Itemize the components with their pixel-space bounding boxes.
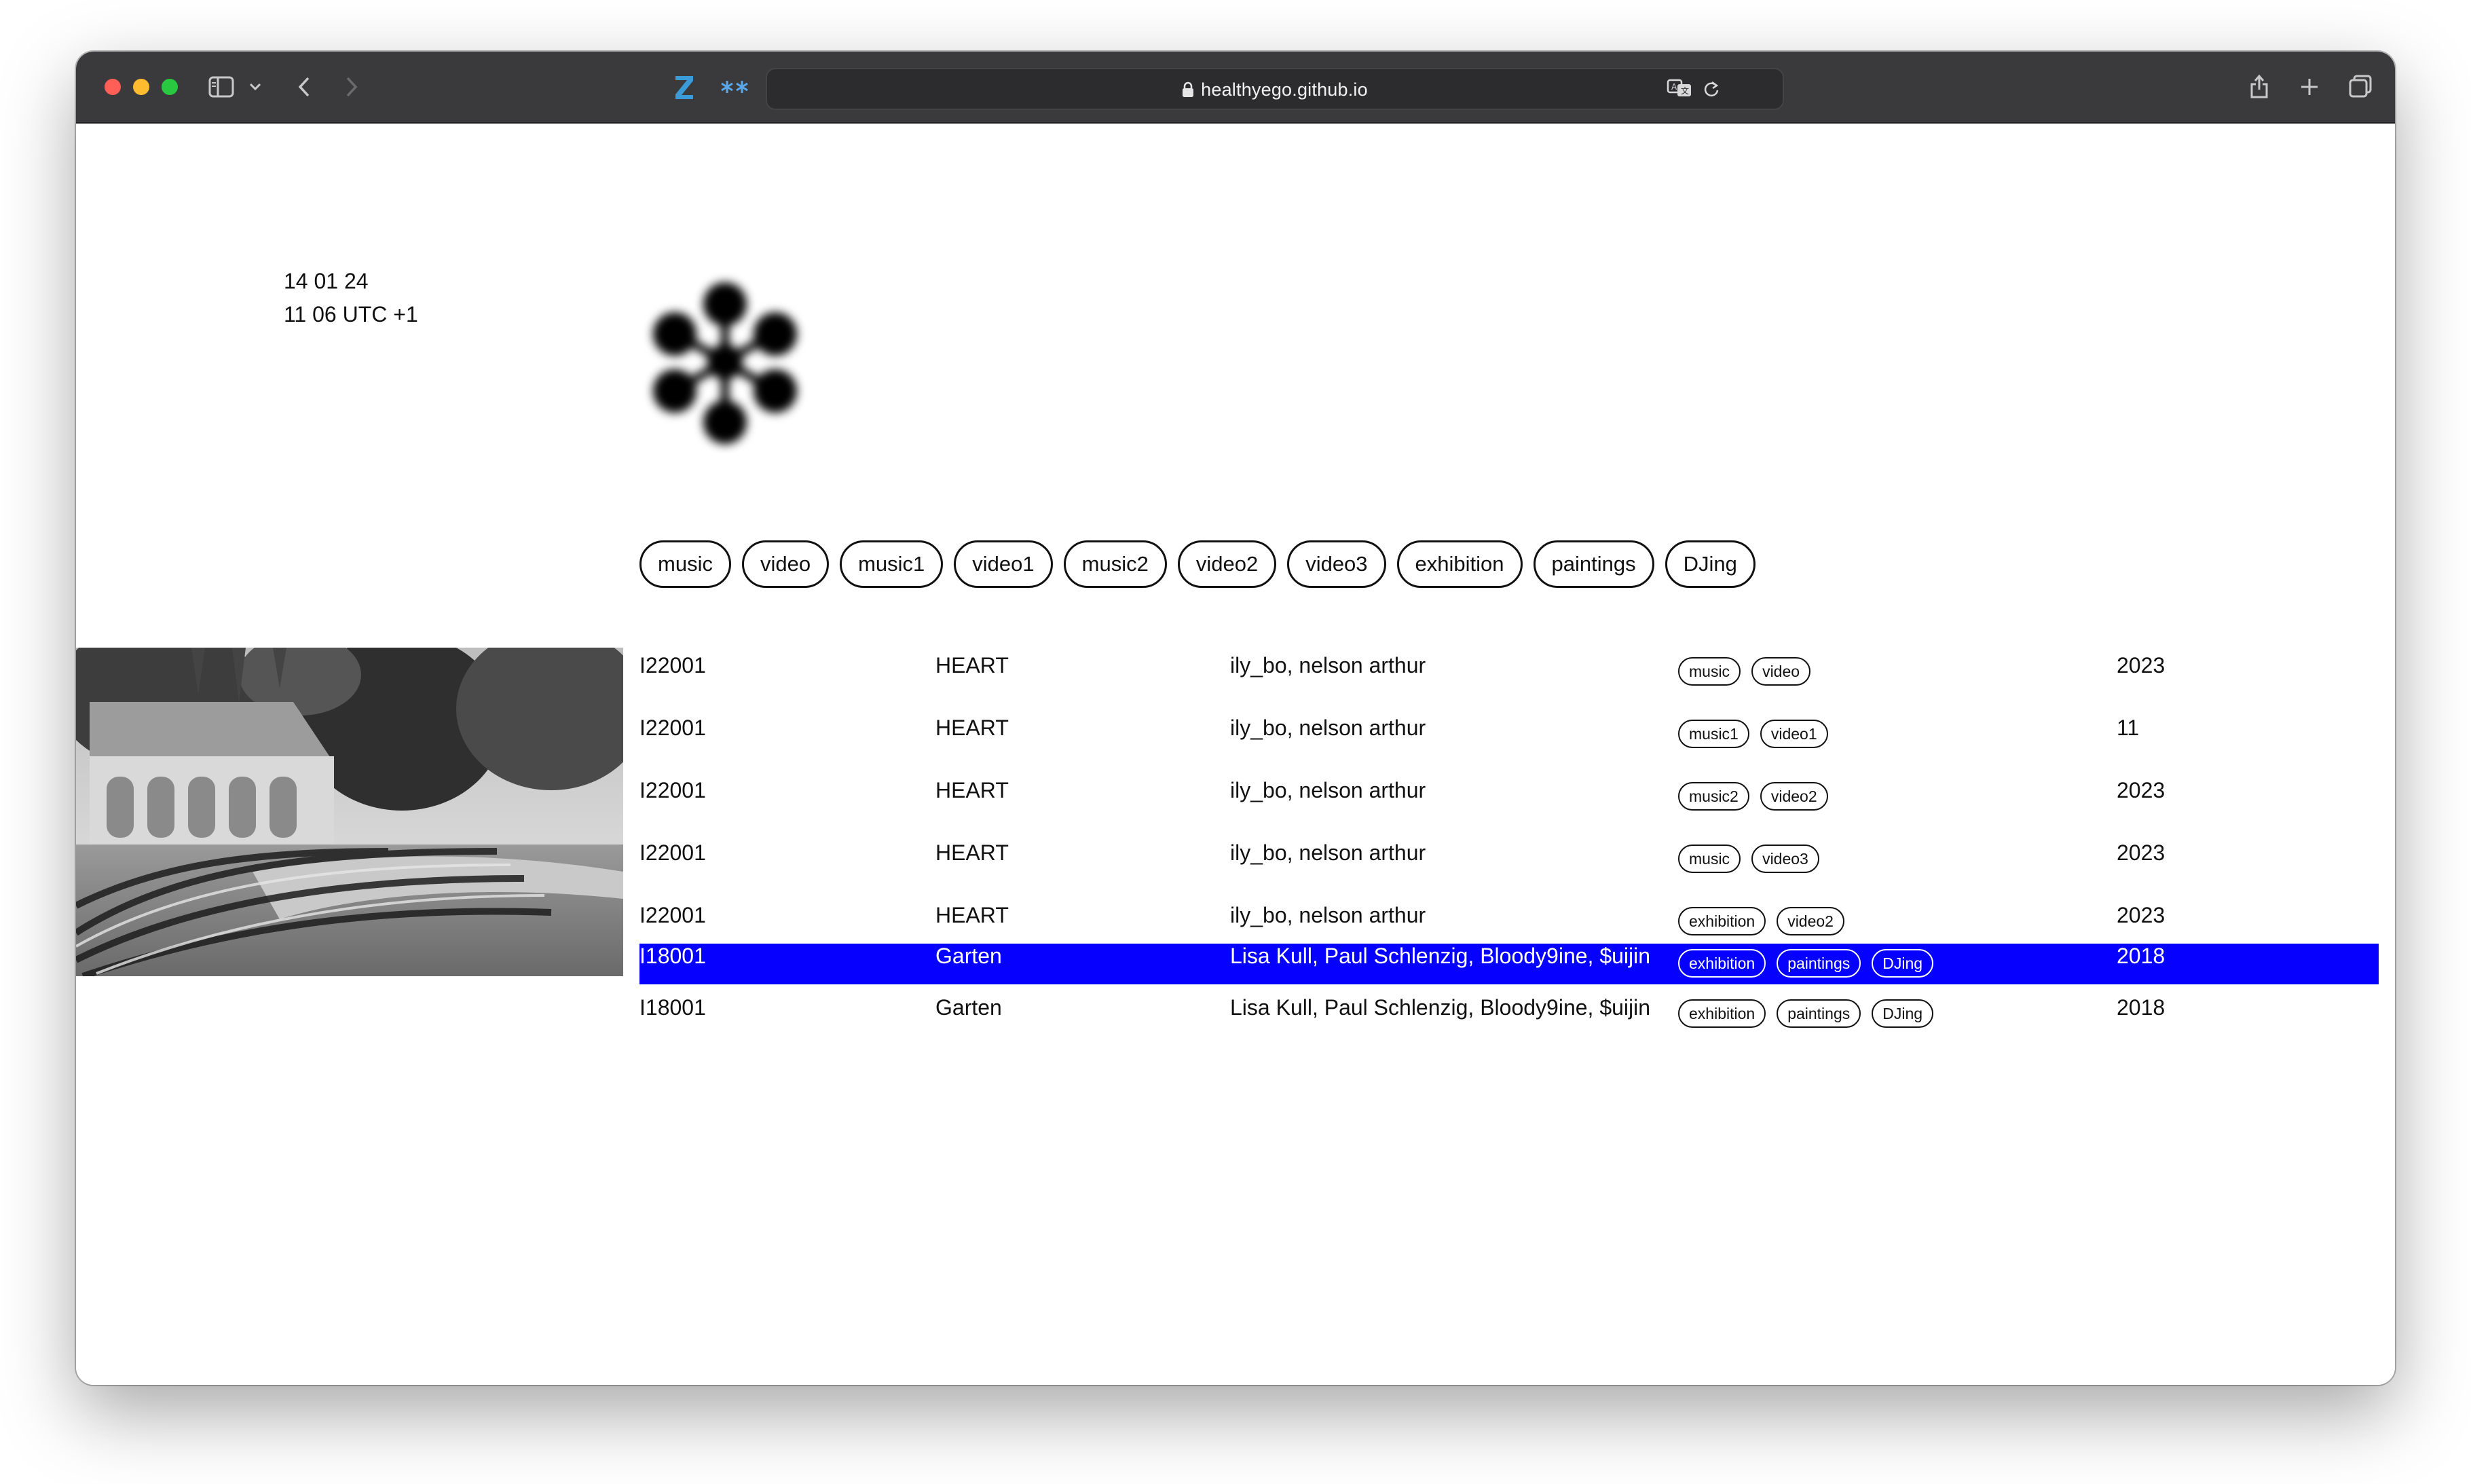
- filter-video[interactable]: video: [741, 540, 830, 588]
- filter-video2[interactable]: video2: [1177, 540, 1277, 588]
- page-content: 14 01 24 11 06 UTC +1 music video music1…: [76, 124, 2395, 1385]
- zoom-window-button[interactable]: [162, 79, 178, 95]
- back-icon[interactable]: [292, 72, 316, 102]
- row-id: I22001: [639, 778, 706, 802]
- row-tag[interactable]: exhibition: [1678, 999, 1766, 1028]
- row-tag[interactable]: exhibition: [1678, 949, 1766, 978]
- minimize-window-button[interactable]: [133, 79, 149, 95]
- sidebar-icon[interactable]: [206, 73, 236, 100]
- row-tags: music video: [1678, 657, 1811, 686]
- row-artists: ily_bo, nelson arthur: [1230, 716, 1426, 740]
- row-year: 11: [2117, 716, 2140, 740]
- url-text: healthyego.github.io: [1201, 79, 1368, 100]
- row-artists: Lisa Kull, Paul Schlenzig, Bloody9ine, $…: [1230, 995, 1651, 1020]
- row-year: 2023: [2117, 903, 2166, 927]
- forward-icon[interactable]: [339, 72, 364, 102]
- filter-music2[interactable]: music2: [1063, 540, 1167, 588]
- row-artists: ily_bo, nelson arthur: [1230, 653, 1426, 678]
- row-tag[interactable]: video2: [1760, 782, 1828, 811]
- row-artists: ily_bo, nelson arthur: [1230, 840, 1426, 865]
- row-id: I22001: [639, 903, 706, 927]
- browser-window: healthyego.github.io A文 14 01 24 11 06 U…: [76, 52, 2395, 1385]
- zotero-z-icon[interactable]: [671, 72, 698, 102]
- reload-icon[interactable]: [1700, 77, 1723, 100]
- asterisk-extension-icon[interactable]: [720, 73, 749, 100]
- row-tag[interactable]: exhibition: [1678, 907, 1766, 935]
- row-year: 2023: [2117, 653, 2166, 678]
- garden-preview-photo: [76, 620, 646, 980]
- row-title: Garten: [935, 944, 1002, 968]
- row-tag[interactable]: music: [1678, 657, 1741, 686]
- row-year: 2018: [2117, 944, 2166, 968]
- translate-icon[interactable]: A文: [1666, 76, 1693, 100]
- row-id: I18001: [639, 995, 706, 1020]
- row-id: I22001: [639, 653, 706, 678]
- row-tag[interactable]: paintings: [1777, 999, 1861, 1028]
- row-tag[interactable]: DJing: [1872, 999, 1934, 1028]
- row-tags: music video3: [1678, 845, 1819, 873]
- row-tag[interactable]: music1: [1678, 720, 1749, 748]
- table-row[interactable]: I18001 Garten Lisa Kull, Paul Schlenzig,…: [639, 984, 2379, 1047]
- row-year: 2023: [2117, 778, 2166, 802]
- date-time: 14 01 24 11 06 UTC +1: [284, 265, 418, 331]
- table-row[interactable]: I22001 HEART ily_bo, nelson arthur music…: [639, 830, 2379, 892]
- row-tags: exhibition paintings DJing: [1678, 949, 1934, 978]
- row-artists: ily_bo, nelson arthur: [1230, 778, 1426, 802]
- row-title: HEART: [935, 903, 1009, 927]
- table-row[interactable]: I22001 HEART ily_bo, nelson arthur music…: [639, 642, 2379, 705]
- row-title: HEART: [935, 840, 1009, 865]
- row-artists: ily_bo, nelson arthur: [1230, 903, 1426, 927]
- browser-toolbar: healthyego.github.io A文: [76, 52, 2395, 124]
- lock-icon: [1182, 81, 1194, 103]
- table-row[interactable]: I22001 HEART ily_bo, nelson arthur music…: [639, 767, 2379, 830]
- row-tag[interactable]: video2: [1777, 907, 1844, 935]
- table-row[interactable]: I22001 HEART ily_bo, nelson arthur exhib…: [639, 892, 2379, 944]
- row-year: 2023: [2117, 840, 2166, 865]
- row-tag[interactable]: video: [1751, 657, 1811, 686]
- row-tags: exhibition video2: [1678, 907, 1844, 935]
- row-tag[interactable]: video1: [1760, 720, 1828, 748]
- share-icon[interactable]: [2246, 69, 2273, 102]
- row-tag[interactable]: music2: [1678, 782, 1749, 811]
- time-text: 11 06 UTC +1: [284, 302, 418, 327]
- row-title: HEART: [935, 778, 1009, 802]
- filter-music[interactable]: music: [639, 540, 731, 588]
- table-row-highlighted[interactable]: I18001 Garten Lisa Kull, Paul Schlenzig,…: [639, 944, 2379, 984]
- filter-bar: music video music1 video1 music2 video2 …: [639, 540, 1755, 588]
- blurred-flower-logo[interactable]: [637, 270, 813, 453]
- address-bar[interactable]: healthyego.github.io A文: [766, 68, 1784, 110]
- row-year: 2018: [2117, 995, 2166, 1020]
- row-id: I18001: [639, 944, 706, 968]
- row-title: HEART: [935, 716, 1009, 740]
- table-row[interactable]: I22001 HEART ily_bo, nelson arthur music…: [639, 705, 2379, 767]
- new-tab-icon[interactable]: [2296, 73, 2323, 100]
- row-tag[interactable]: music: [1678, 845, 1741, 873]
- close-window-button[interactable]: [105, 79, 121, 95]
- project-table: I22001 HEART ily_bo, nelson arthur music…: [639, 642, 2379, 1047]
- row-title: HEART: [935, 653, 1009, 678]
- row-title: Garten: [935, 995, 1002, 1020]
- row-id: I22001: [639, 716, 706, 740]
- svg-text:A: A: [1671, 82, 1677, 92]
- chevron-down-icon[interactable]: [247, 79, 263, 95]
- svg-text:文: 文: [1681, 86, 1689, 96]
- row-id: I22001: [639, 840, 706, 865]
- row-artists: Lisa Kull, Paul Schlenzig, Bloody9ine, $…: [1230, 944, 1651, 968]
- date-text: 14 01 24: [284, 269, 369, 293]
- filter-djing[interactable]: DJing: [1665, 540, 1755, 588]
- row-tag[interactable]: paintings: [1777, 949, 1861, 978]
- filter-paintings[interactable]: paintings: [1533, 540, 1654, 588]
- url-display: healthyego.github.io: [767, 79, 1783, 103]
- filter-exhibition[interactable]: exhibition: [1396, 540, 1523, 588]
- filter-video3[interactable]: video3: [1287, 540, 1386, 588]
- filter-video1[interactable]: video1: [954, 540, 1053, 588]
- filter-music1[interactable]: music1: [840, 540, 944, 588]
- row-tags: music2 video2: [1678, 782, 1828, 811]
- row-tag[interactable]: DJing: [1872, 949, 1934, 978]
- row-tags: music1 video1: [1678, 720, 1828, 748]
- tab-overview-icon[interactable]: [2346, 72, 2375, 100]
- row-tag[interactable]: video3: [1751, 845, 1819, 873]
- row-tags: exhibition paintings DJing: [1678, 999, 1934, 1028]
